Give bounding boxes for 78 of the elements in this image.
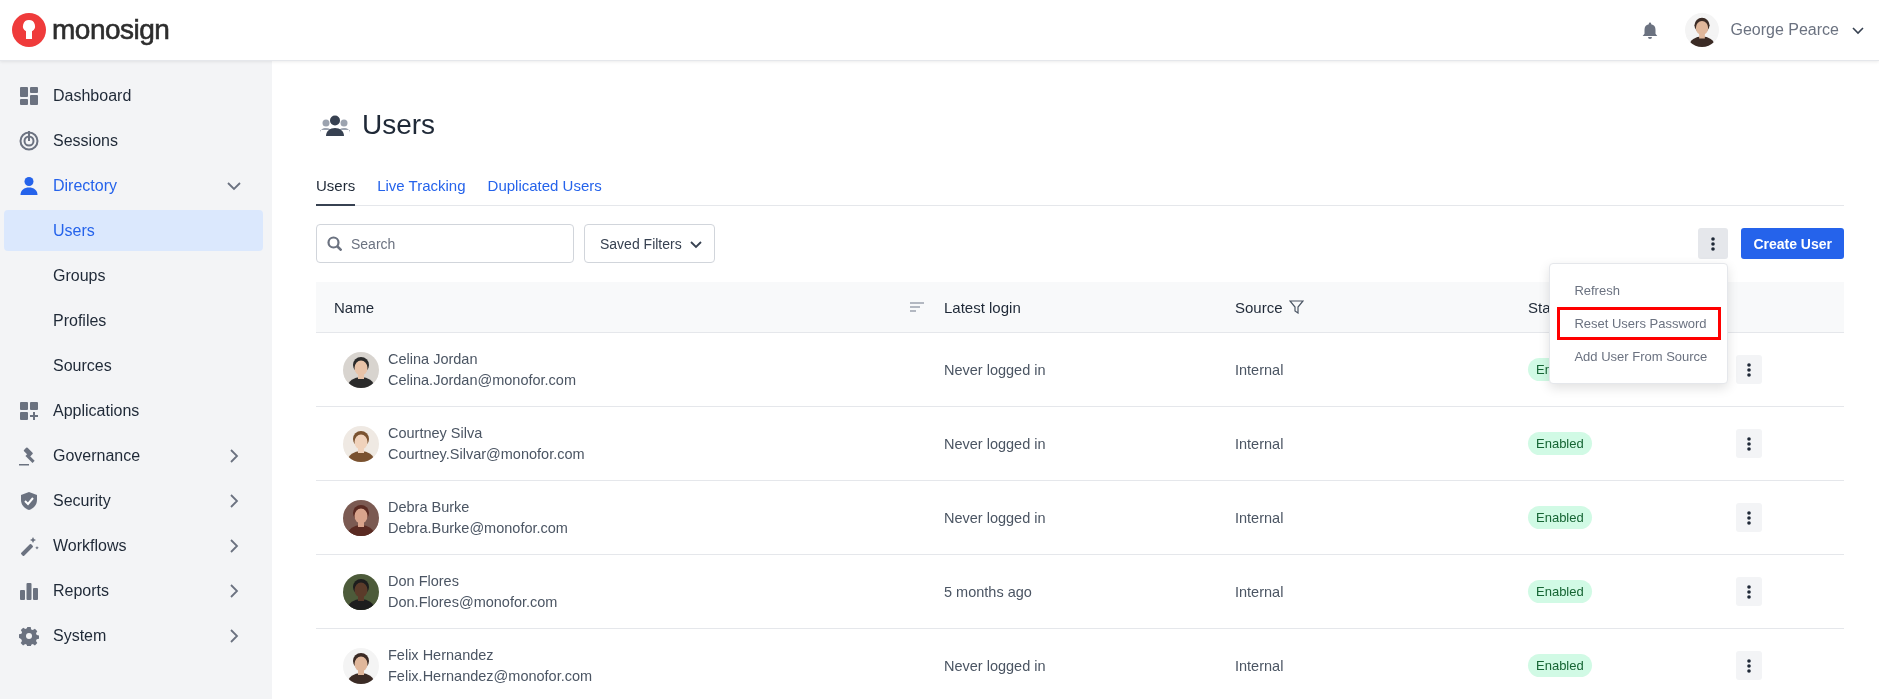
sidebar-subitem[interactable]: Sources — [4, 345, 263, 386]
sidebar-subitem[interactable]: Users — [4, 210, 263, 251]
sidebar-subitem[interactable]: Profiles — [4, 300, 263, 341]
tab[interactable]: Users — [316, 169, 356, 206]
menu-item[interactable]: Reset Users Password — [1557, 307, 1722, 340]
kebab-icon — [1746, 436, 1752, 451]
sidebar-item[interactable]: Workflows — [0, 523, 272, 568]
table-cell-text: Internal — [1235, 657, 1285, 674]
user-name: Don Flores — [388, 573, 460, 589]
chevron-down-icon[interactable] — [1851, 24, 1865, 36]
sidebar-item[interactable]: Dashboard — [0, 73, 272, 118]
kebab-icon — [1746, 510, 1752, 525]
kebab-icon — [1710, 236, 1717, 251]
search-field[interactable]: Search — [316, 224, 574, 263]
table-cell-text: Never logged in — [944, 509, 1047, 526]
user-email: Courtney.Silvar@monofor.com — [388, 446, 585, 462]
sidebar-item[interactable]: Governance — [0, 433, 272, 478]
create-user-button[interactable]: Create User — [1741, 228, 1844, 259]
user-email: Don.Flores@monofor.com — [388, 594, 558, 610]
search-icon — [327, 236, 342, 251]
users-icon — [320, 114, 350, 136]
row-actions-button[interactable] — [1736, 355, 1762, 384]
saved-filters-dropdown[interactable]: Saved Filters — [584, 224, 715, 263]
more-button[interactable] — [1698, 228, 1729, 259]
sidebar-item[interactable]: Directory — [0, 163, 272, 208]
user-email: Celina.Jordan@monofor.com — [388, 372, 576, 388]
page-title: Users — [362, 109, 436, 141]
table-cell-text: Never logged in — [944, 361, 1047, 378]
status-badge: Enabled — [1528, 580, 1592, 603]
user-name: Debra Burke — [388, 499, 471, 515]
sidebar-item[interactable]: System — [0, 613, 272, 658]
apps-icon — [19, 400, 39, 421]
column-header[interactable]: Latest login — [944, 298, 1235, 316]
user-name: Courtney Silva — [388, 425, 484, 441]
status-badge: Enabled — [1528, 432, 1592, 455]
sidebar-subitem[interactable]: Groups — [4, 255, 263, 296]
column-header[interactable]: Name — [334, 298, 374, 316]
user-name: Celina Jordan — [388, 351, 479, 367]
gear-icon — [19, 625, 39, 646]
table-cell-text: Internal — [1235, 509, 1285, 526]
status-badge: Enabled — [1528, 506, 1592, 529]
user-email: Felix.Hernandez@monofor.com — [388, 668, 593, 684]
user-email: Debra.Burke@monofor.com — [388, 520, 568, 536]
logo-icon — [12, 13, 46, 47]
bar-chart-icon — [19, 580, 39, 601]
row-actions-button[interactable] — [1736, 651, 1762, 680]
kebab-icon — [1746, 362, 1752, 377]
tab[interactable]: Live Tracking — [377, 169, 466, 206]
sidebar-item[interactable]: Reports — [0, 568, 272, 613]
user-name[interactable]: George Pearce — [1730, 21, 1839, 39]
menu-item[interactable]: Refresh — [1557, 274, 1722, 307]
table-cell-text: Never logged in — [944, 657, 1047, 674]
radar-icon — [19, 130, 39, 151]
row-actions-button[interactable] — [1736, 577, 1762, 606]
table-cell-text: Never logged in — [944, 435, 1047, 452]
table-cell-text: Internal — [1235, 361, 1285, 378]
magic-wand-icon — [19, 535, 39, 556]
tab[interactable]: Duplicated Users — [487, 169, 602, 206]
table-cell-text: Internal — [1235, 435, 1285, 452]
sidebar-item[interactable]: Applications — [0, 388, 272, 433]
bell-icon[interactable] — [1641, 21, 1660, 39]
row-actions-button[interactable] — [1736, 429, 1762, 458]
sidebar-item[interactable]: Security — [0, 478, 272, 523]
user-name: Felix Hernandez — [388, 647, 495, 663]
sidebar-item[interactable]: Sessions — [0, 118, 272, 163]
user-icon — [19, 175, 39, 196]
status-badge: Enabled — [1528, 654, 1592, 677]
table-cell-text: 5 months ago — [944, 583, 1033, 600]
kebab-icon — [1746, 658, 1752, 673]
shield-icon — [19, 490, 39, 511]
kebab-icon — [1746, 584, 1752, 599]
row-actions-button[interactable] — [1736, 503, 1762, 532]
table-cell-text: Internal — [1235, 583, 1285, 600]
filter-icon[interactable] — [1288, 300, 1304, 314]
chevron-down-icon — [689, 238, 702, 249]
dashboard-icon — [19, 85, 39, 106]
column-header[interactable]: Source — [1235, 298, 1283, 316]
logo-text: monosign — [52, 14, 170, 46]
